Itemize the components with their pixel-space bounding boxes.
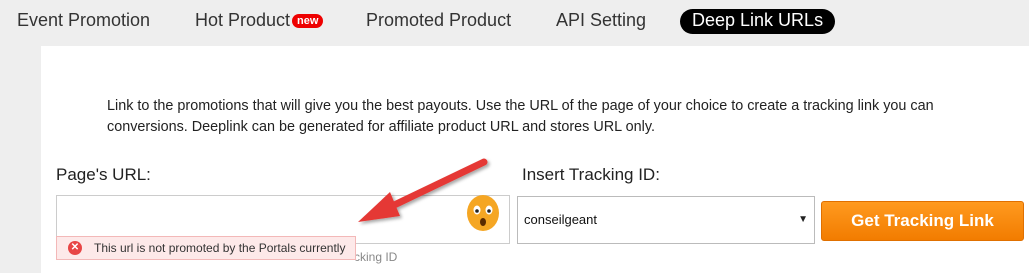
tab-api-setting[interactable]: API Setting (556, 10, 646, 31)
tab-hot-product[interactable]: Hot Product new (195, 10, 324, 31)
tracking-id-selected: conseilgeant (524, 212, 597, 227)
tab-event-promotion[interactable]: Event Promotion (17, 10, 150, 31)
page-url-label: Page's URL: (56, 165, 151, 184)
tracking-id-select[interactable]: conseilgeant ▼ (517, 196, 815, 244)
tab-bar: Event Promotion Hot Product new Promoted … (0, 0, 1029, 44)
dropdown-caret-icon: ▼ (798, 214, 808, 225)
url-error-text: This url is not promoted by the Portals … (94, 241, 346, 255)
tracking-id-label: Insert Tracking ID: (522, 165, 660, 184)
url-error-message: ✕ This url is not promoted by the Portal… (56, 236, 356, 260)
url-hint-text: cking ID (354, 250, 398, 264)
tab-deep-link-urls[interactable]: Deep Link URLs (680, 9, 836, 34)
tab-hot-product-label: Hot Product (195, 10, 291, 30)
new-badge: new (292, 14, 324, 28)
get-tracking-link-button[interactable]: Get Tracking Link (821, 201, 1024, 241)
intro-text: Link to the promotions that will give yo… (107, 98, 934, 135)
error-x-icon: ✕ (68, 241, 82, 255)
tab-promoted-product[interactable]: Promoted Product (366, 10, 511, 31)
shocked-face-icon (467, 195, 499, 231)
